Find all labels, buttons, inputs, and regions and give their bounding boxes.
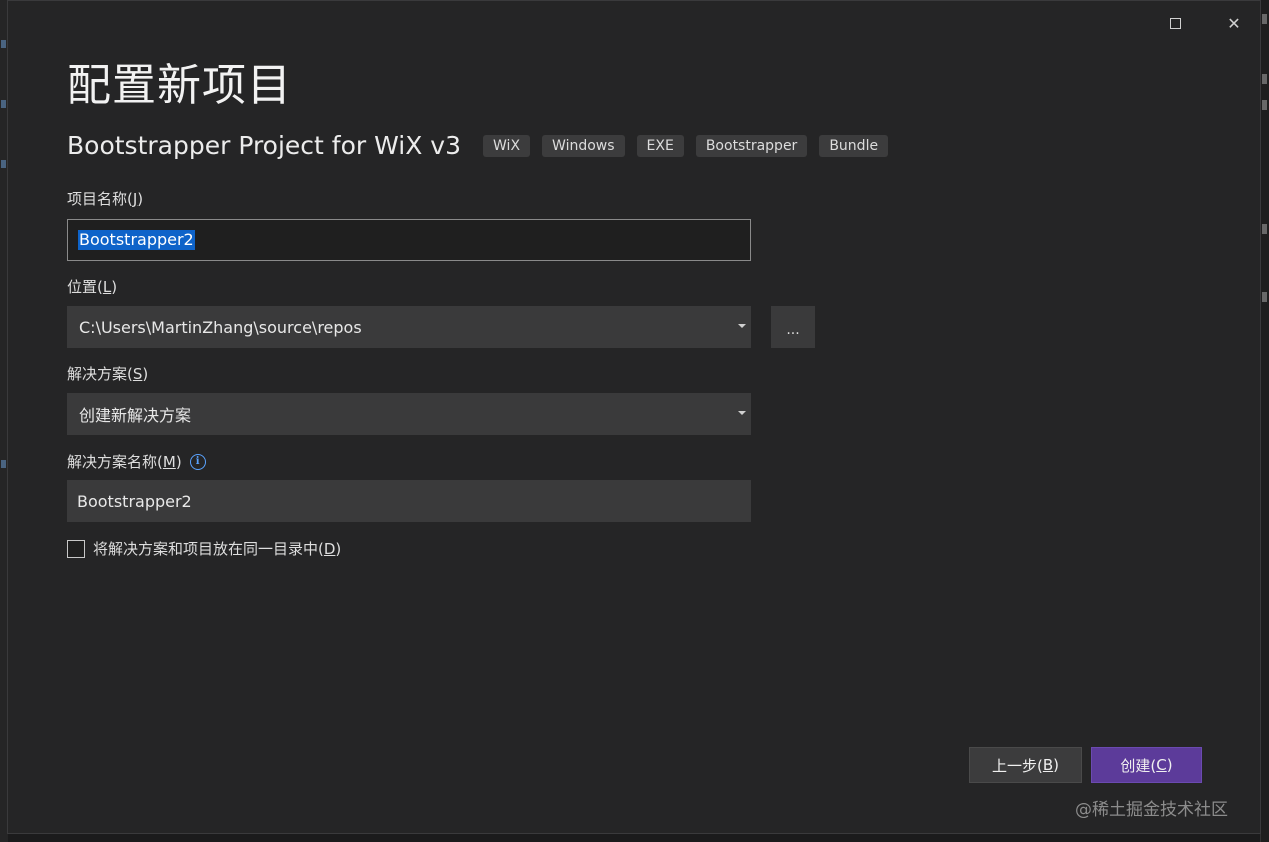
configure-project-dialog: ✕ 配置新项目 Bootstrapper Project for WiX v3 … [7,0,1261,834]
same-directory-option[interactable]: 将解决方案和项目放在同一目录中(D) [67,538,341,559]
location-value: C:\Users\MartinZhang\source\repos [79,317,362,337]
chevron-down-icon [738,324,746,328]
background-mark [1262,14,1267,24]
background-mark [1262,224,1267,234]
same-directory-checkbox[interactable] [67,539,85,558]
close-button[interactable]: ✕ [1217,9,1251,37]
project-name-label: 项目名称(J) [67,190,144,208]
template-name: Bootstrapper Project for WiX v3 [67,131,462,160]
browse-label: ... [786,322,800,338]
solution-name-input[interactable]: Bootstrapper2 [67,480,751,522]
info-icon[interactable]: i [189,453,206,470]
solution-name-label: 解决方案名称(M) i [67,451,206,472]
back-button[interactable]: 上一步(B) [969,747,1082,783]
template-info: Bootstrapper Project for WiX v3 WiX Wind… [67,131,900,160]
solution-name-value: Bootstrapper2 [77,491,192,511]
create-button[interactable]: 创建(C) [1091,747,1202,783]
template-tag: Bundle [819,134,889,157]
template-tag: Bootstrapper [695,134,808,157]
background-ide-right-strip [1260,0,1269,842]
watermark: @稀土掘金技术社区 [1075,800,1228,820]
project-name-input[interactable]: Bootstrapper2 [67,219,751,261]
location-label: 位置(L) [67,278,118,296]
same-directory-label: 将解决方案和项目放在同一目录中(D) [93,540,342,558]
background-mark [1,40,6,48]
project-name-value: Bootstrapper2 [78,230,195,250]
solution-value: 创建新解决方案 [79,406,192,425]
background-mark [1262,292,1267,302]
close-icon: ✕ [1227,13,1241,33]
maximize-button[interactable] [1158,9,1192,37]
solution-combobox[interactable]: 创建新解决方案 [67,393,751,435]
template-tag: Windows [542,134,625,157]
background-mark [1,460,6,468]
page-title: 配置新项目 [67,60,292,111]
location-combobox[interactable]: C:\Users\MartinZhang\source\repos [67,306,751,348]
template-tag: WiX [483,134,531,157]
background-mark [1,160,6,168]
background-mark [1,100,6,108]
maximize-icon [1169,17,1181,29]
background-mark [1262,74,1267,84]
background-mark [1262,100,1267,110]
template-tag: EXE [636,134,684,157]
solution-label: 解决方案(S) [67,365,149,383]
browse-button[interactable]: ... [771,306,815,348]
chevron-down-icon [738,411,746,415]
